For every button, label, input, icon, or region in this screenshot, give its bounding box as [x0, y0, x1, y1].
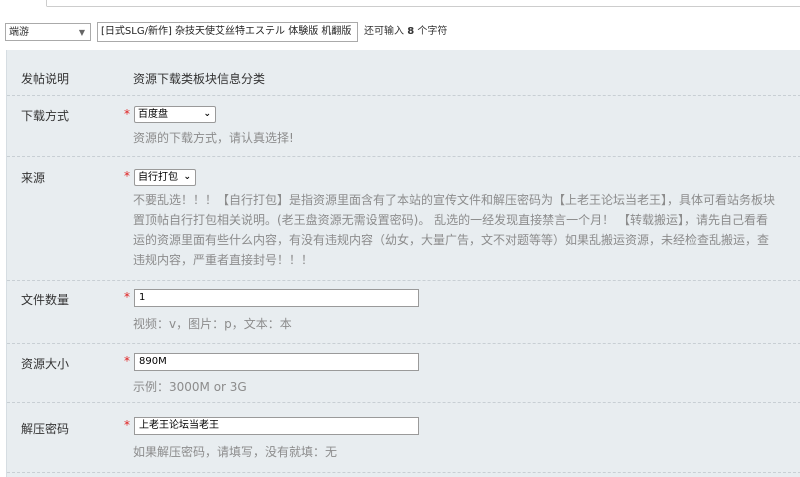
source-label: 来源: [21, 171, 46, 185]
row-password: 解压密码 * 上老王论坛当老王 如果解压密码，请填写，没有就填：无: [7, 402, 800, 473]
source-select[interactable]: 自行打包 ⌄: [134, 169, 196, 186]
chevron-down-icon: ▼: [78, 28, 85, 37]
char-hint-prefix: 还可输入: [364, 26, 404, 37]
char-hint-suffix: 个字符: [417, 26, 448, 37]
row-download-method: 下载方式 * 百度盘 ⌄ 资源的下载方式，请认真选择!: [7, 95, 800, 157]
source-hint: 不要乱选！！！【自行打包】是指资源里面含有了本站的宣传文件和解压密码为【上老王论…: [133, 190, 800, 270]
download-method-hint: 资源的下载方式，请认真选择!: [133, 131, 294, 145]
download-method-value: 百度盘: [138, 109, 168, 120]
password-hint: 如果解压密码，请填写，没有就填：无: [133, 445, 338, 459]
char-count-hint: 还可输入 8 个字符: [364, 23, 447, 41]
char-hint-count: 8: [407, 26, 415, 37]
source-value: 自行打包: [138, 172, 178, 183]
source-hint-line: 置顶帖自行打包相关说明。(老王盘资源无需设置密码)。 乱选的一经发现直接禁言一个…: [133, 213, 768, 227]
file-count-input[interactable]: 1: [134, 289, 419, 307]
source-hint-line: 违规内容，严重者直接封号！！！: [133, 253, 314, 267]
password-input[interactable]: 上老王论坛当老王: [134, 417, 419, 435]
download-method-select[interactable]: 百度盘 ⌄: [134, 106, 216, 123]
source-hint-line: 运的资源里面有些什么内容，有没有违规内容（幼女，大量广告，文不对题等等）如果乱搬…: [133, 233, 770, 247]
instructions-label: 发帖说明: [21, 72, 70, 86]
row-file-count: 文件数量 * 1 视频：v，图片：p，文本：本: [7, 280, 800, 344]
post-header: 端游 ▼ [日式SLG/新作] 杂技天使艾丝特エステル 体験版 机翻版 还可输入…: [0, 0, 800, 50]
row-resource-size: 资源大小 * 890M 示例：3000M or 3G: [7, 343, 800, 403]
active-tab-edge: [0, 0, 47, 7]
category-select-value: 端游: [9, 27, 29, 38]
required-mark: *: [124, 354, 130, 368]
required-mark: *: [124, 169, 130, 183]
file-count-label: 文件数量: [21, 293, 70, 307]
row-source: 来源 * 自行打包 ⌄ 不要乱选！！！【自行打包】是指资源里面含有了本站的宣传文…: [7, 156, 800, 281]
category-select[interactable]: 端游 ▼: [5, 23, 91, 41]
source-hint-line: 不要乱选！！！【自行打包】是指资源里面含有了本站的宣传文件和解压密码为【上老王论…: [133, 193, 776, 207]
instructions-text: 资源下载类板块信息分类: [133, 72, 266, 86]
required-mark: *: [124, 418, 130, 432]
row-instructions: 发帖说明 资源下载类板块信息分类: [7, 50, 800, 96]
tab-divider: [0, 0, 800, 7]
post-form: 发帖说明 资源下载类板块信息分类 下载方式 * 百度盘 ⌄ 资源的下载方式，请认…: [6, 50, 800, 477]
required-mark: *: [124, 107, 130, 121]
title-input[interactable]: [日式SLG/新作] 杂技天使艾丝特エステル 体験版 机翻版: [97, 22, 358, 42]
download-method-label: 下载方式: [21, 109, 70, 123]
password-label: 解压密码: [21, 422, 70, 436]
required-mark: *: [124, 290, 130, 304]
chevron-down-icon: ⌄: [183, 172, 191, 182]
resource-size-label: 资源大小: [21, 357, 70, 371]
chevron-down-icon: ⌄: [203, 109, 211, 119]
file-count-hint: 视频：v，图片：p，文本：本: [133, 317, 292, 331]
resource-size-hint: 示例：3000M or 3G: [133, 380, 247, 394]
resource-size-input[interactable]: 890M: [134, 353, 419, 371]
